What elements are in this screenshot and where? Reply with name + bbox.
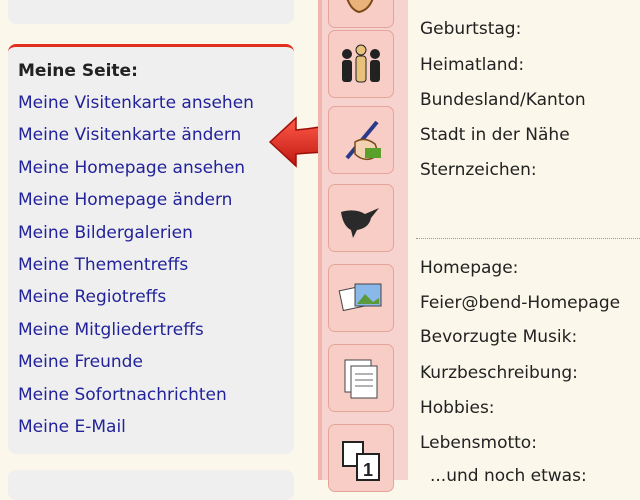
hand-writing-icon xyxy=(345,120,381,161)
bird-icon xyxy=(341,208,379,238)
profile-panel: Geburtstag: Heimatland: Bundesland/Kanto… xyxy=(408,0,640,486)
menu-item-thementreffs[interactable]: Meine Thementreffs xyxy=(18,253,254,285)
field-heimatland: Heimatland: xyxy=(420,55,525,75)
field-lebensmotto: Lebensmotto: xyxy=(420,433,537,453)
menu-item-visitenkarte-aendern[interactable]: Meine Visitenkarte ändern xyxy=(18,123,254,155)
menu-item-visitenkarte-ansehen[interactable]: Meine Visitenkarte ansehen xyxy=(18,91,254,123)
people-group-button[interactable] xyxy=(328,30,394,98)
people-group-icon xyxy=(342,44,380,83)
my-page-menu: Meine Seite: Meine Visitenkarte ansehen … xyxy=(8,44,294,454)
field-kurzbeschreibung: Kurzbeschreibung: xyxy=(420,363,578,383)
field-bundesland: Bundesland/Kanton xyxy=(420,90,586,110)
field-sternzeichen: Sternzeichen: xyxy=(420,160,537,180)
field-stadt: Stadt in der Nähe xyxy=(420,125,570,145)
menu-item-regiotreffs[interactable]: Meine Regiotreffs xyxy=(18,285,254,317)
photo-gallery-button[interactable] xyxy=(328,264,394,332)
top-menu-box: beenden xyxy=(8,0,294,24)
icon-strip: 1 xyxy=(318,0,408,492)
menu-item-homepage-ansehen[interactable]: Meine Homepage ansehen xyxy=(18,156,254,188)
menu-item-freunde[interactable]: Meine Freunde xyxy=(18,350,254,382)
menu-item-email[interactable]: Meine E-Mail xyxy=(18,415,254,447)
calendar-icon: 1 xyxy=(342,441,380,481)
calendar-button[interactable]: 1 xyxy=(328,424,394,492)
section-divider xyxy=(416,238,640,239)
documents-button[interactable] xyxy=(328,344,394,412)
svg-text:1: 1 xyxy=(363,460,373,480)
menu-item-sofortnachrichten[interactable]: Meine Sofortnachrichten xyxy=(18,383,254,415)
left-sidebar: beenden Meine Seite: Meine Visitenkarte … xyxy=(0,0,318,500)
menu-item-mitgliedertreffs[interactable]: Meine Mitgliedertreffs xyxy=(18,318,254,350)
menu-item-bildergalerien[interactable]: Meine Bildergalerien xyxy=(18,221,254,253)
bottom-menu-box xyxy=(8,470,294,500)
documents-icon xyxy=(344,359,378,399)
menu-item-homepage-aendern[interactable]: Meine Homepage ändern xyxy=(18,188,254,220)
bird-button[interactable] xyxy=(328,184,394,252)
field-bevorzugte-musik: Bevorzugte Musik: xyxy=(420,327,578,347)
menu-list: Meine Visitenkarte ansehen Meine Visiten… xyxy=(18,91,254,447)
field-homepage: Homepage: xyxy=(420,258,519,278)
photo-gallery-icon xyxy=(338,283,382,312)
strip-edge xyxy=(318,0,322,480)
field-noch-etwas: ...und noch etwas: xyxy=(430,466,587,486)
hands-button[interactable] xyxy=(328,0,394,28)
field-feierabend-homepage: Feier@bend-Homepage xyxy=(420,293,621,313)
menu-title: Meine Seite: xyxy=(18,61,138,81)
hand-writing-button[interactable] xyxy=(328,106,394,174)
field-geburtstag: Geburtstag: xyxy=(420,19,522,39)
hands-icon xyxy=(346,0,374,14)
field-hobbies: Hobbies: xyxy=(420,398,495,418)
